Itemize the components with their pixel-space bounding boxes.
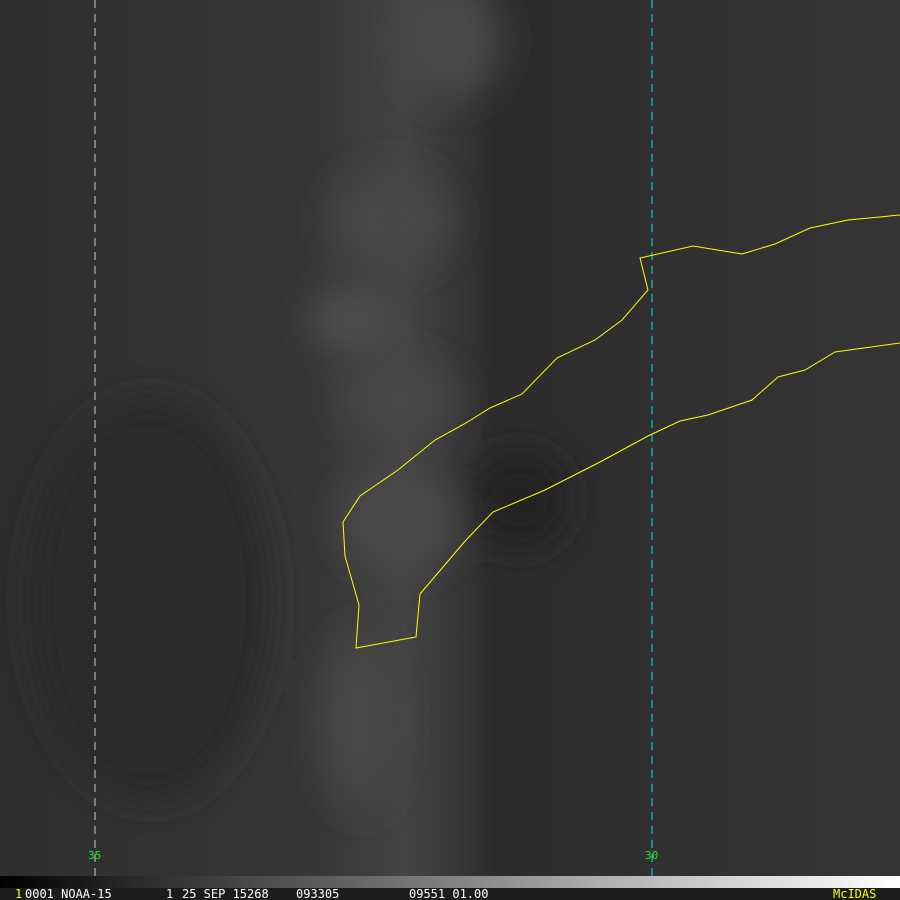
satellite-image-viewer: 35 30 1 0001 NOAA-15 1 25 SEP 15268 0933… (0, 0, 900, 900)
mcidas-brand: McIDAS (833, 887, 877, 900)
band-number: 1 (166, 887, 174, 900)
image-date: 25 SEP 15268 (182, 887, 269, 900)
image-time: 093305 (296, 887, 340, 900)
status-line: 1 0001 NOAA-15 1 25 SEP 15268 093305 095… (0, 888, 900, 900)
satellite-imagery (0, 0, 900, 876)
longitude-label-30: 30 (645, 849, 659, 862)
satellite-name: 0001 NOAA-15 (25, 887, 112, 900)
image-extra-info: 09551 01.00 (409, 887, 489, 900)
frame-number: 1 (15, 887, 23, 900)
longitude-label-35: 35 (88, 849, 102, 862)
